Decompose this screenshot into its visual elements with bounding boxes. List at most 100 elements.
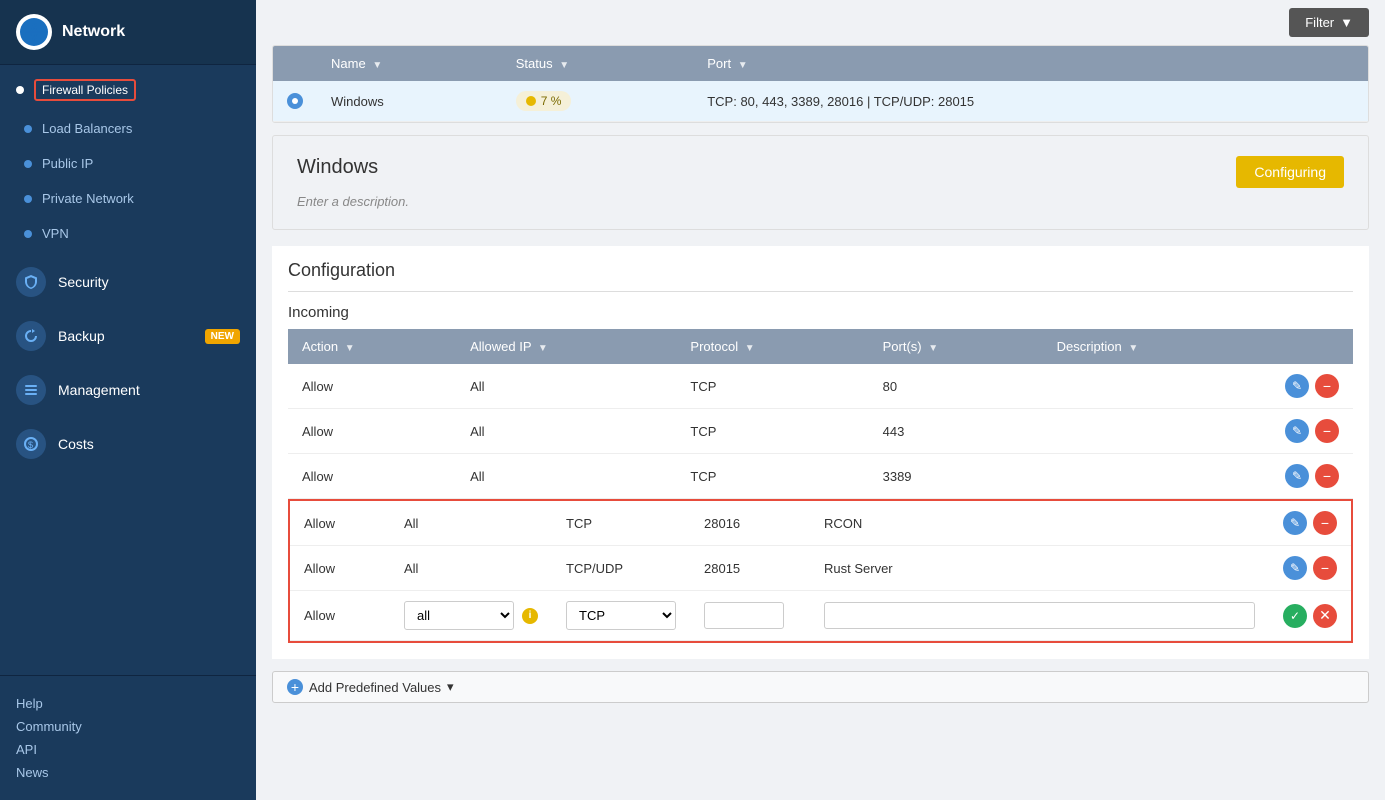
row-description	[1043, 409, 1271, 454]
sidebar-header: Network	[0, 0, 256, 65]
highlighted-table: Allow All TCP 28016 RCON ✎ −	[290, 501, 1351, 641]
col-status[interactable]: Status ▼	[502, 46, 693, 81]
sidebar: Network Firewall Policies Load Balancers…	[0, 0, 256, 800]
svg-text:$: $	[28, 440, 33, 450]
row-allowed-ip: All	[390, 546, 552, 591]
footer-community[interactable]: Community	[16, 715, 240, 738]
footer-help[interactable]: Help	[16, 692, 240, 715]
dot-icon	[24, 195, 32, 203]
management-icon	[16, 375, 46, 405]
firewall-policies-label[interactable]: Firewall Policies	[34, 79, 136, 101]
row-action-icons: ✎ −	[1271, 409, 1353, 454]
sidebar-item-public-ip[interactable]: Public IP	[0, 146, 256, 181]
sidebar-logo	[16, 14, 52, 50]
col-name[interactable]: Name ▼	[317, 46, 502, 81]
sidebar-category-security[interactable]: Security	[0, 255, 256, 309]
add-predefined-button[interactable]: + Add Predefined Values ▾	[272, 671, 1369, 703]
action-icons: ✎ −	[1283, 556, 1337, 580]
description-input[interactable]	[824, 602, 1255, 629]
footer-api[interactable]: API	[16, 738, 240, 761]
col-port[interactable]: Port ▼	[693, 46, 1368, 81]
footer-news[interactable]: News	[16, 761, 240, 784]
sidebar-item-load-balancers[interactable]: Load Balancers	[0, 111, 256, 146]
table-row[interactable]: Allow All TCP 3389 ✎ −	[288, 454, 1353, 499]
vpn-label: VPN	[42, 226, 69, 241]
delete-icon[interactable]: −	[1315, 464, 1339, 488]
row-ports: 28015	[690, 546, 810, 591]
protocol-select[interactable]: TCP UDP TCP/UDP	[566, 601, 676, 630]
delete-icon[interactable]: −	[1313, 511, 1337, 535]
table-row[interactable]: Allow All TCP 28016 RCON ✎ −	[290, 501, 1351, 546]
edit-icon[interactable]: ✎	[1283, 556, 1307, 580]
table-row[interactable]: Allow All TCP 80 ✎ −	[288, 364, 1353, 409]
management-label: Management	[58, 382, 140, 398]
row-action: Allow	[288, 409, 456, 454]
cancel-icon[interactable]: ✕	[1313, 604, 1337, 628]
inc-col-ports[interactable]: Port(s) ▼	[869, 329, 1043, 364]
backup-icon	[16, 321, 46, 351]
table-row[interactable]: Windows 7 % TCP: 80, 443, 3389, 28016 | …	[273, 81, 1368, 122]
row-port: TCP: 80, 443, 3389, 28016 | TCP/UDP: 280…	[693, 81, 1368, 122]
new-row-description	[810, 591, 1269, 641]
sidebar-category-backup[interactable]: Backup NEW	[0, 309, 256, 363]
table-row[interactable]: Allow All TCP 443 ✎ −	[288, 409, 1353, 454]
edit-icon[interactable]: ✎	[1285, 464, 1309, 488]
row-protocol: TCP/UDP	[552, 546, 690, 591]
confirm-icon[interactable]: ✓	[1283, 604, 1307, 628]
sidebar-category-management[interactable]: Management	[0, 363, 256, 417]
sidebar-item-vpn[interactable]: VPN	[0, 216, 256, 251]
row-action-icons: ✎ −	[1269, 501, 1351, 546]
row-protocol: TCP	[552, 501, 690, 546]
incoming-title: Incoming	[272, 292, 1369, 329]
row-protocol: TCP	[676, 364, 868, 409]
table-row[interactable]: Allow All TCP/UDP 28015 Rust Server ✎ −	[290, 546, 1351, 591]
port-sort-icon: ▼	[738, 60, 748, 71]
row-status: 7 %	[502, 81, 693, 122]
edit-icon[interactable]: ✎	[1285, 419, 1309, 443]
main-content: Filter ▼ Name ▼ Status ▼ Port	[256, 0, 1385, 800]
row-action: Allow	[288, 364, 456, 409]
filter-button[interactable]: Filter ▼	[1289, 8, 1369, 37]
edit-icon[interactable]: ✎	[1285, 374, 1309, 398]
allowed-ip-select[interactable]: all	[404, 601, 514, 630]
protocol-cell: TCP UDP TCP/UDP	[566, 601, 676, 630]
row-ports: 3389	[869, 454, 1043, 499]
edit-icon[interactable]: ✎	[1283, 511, 1307, 535]
inc-col-description[interactable]: Description ▼	[1043, 329, 1271, 364]
highlighted-section: Allow All TCP 28016 RCON ✎ −	[288, 499, 1353, 643]
new-row-action: Allow	[290, 591, 390, 641]
detail-header: Windows Configuring	[297, 156, 1344, 188]
filter-label: Filter	[1305, 15, 1334, 30]
delete-icon[interactable]: −	[1315, 374, 1339, 398]
inc-col-action[interactable]: Action ▼	[288, 329, 456, 364]
status-badge: 7 %	[516, 91, 572, 111]
action-icons: ✎ −	[1285, 464, 1339, 488]
plus-icon: +	[287, 679, 303, 695]
inc-col-protocol[interactable]: Protocol ▼	[676, 329, 868, 364]
inc-col-allowed-ip[interactable]: Allowed IP ▼	[456, 329, 676, 364]
ports-input[interactable]	[704, 602, 784, 629]
public-ip-label: Public IP	[42, 156, 93, 171]
logo-icon	[20, 18, 48, 46]
configuring-button[interactable]: Configuring	[1236, 156, 1344, 188]
row-allowed-ip: All	[456, 409, 676, 454]
sidebar-category-costs[interactable]: $ Costs	[0, 417, 256, 471]
delete-icon[interactable]: −	[1315, 419, 1339, 443]
sidebar-item-firewall-policies[interactable]: Firewall Policies	[0, 69, 256, 111]
sidebar-item-private-network[interactable]: Private Network	[0, 181, 256, 216]
row-action: Allow	[290, 546, 390, 591]
action-icons: ✎ −	[1285, 374, 1339, 398]
row-action-icons: ✎ −	[1271, 454, 1353, 499]
row-radio[interactable]	[273, 81, 317, 122]
new-row-ports	[690, 591, 810, 641]
config-title: Configuration	[272, 246, 1369, 291]
dot-icon	[24, 160, 32, 168]
row-allowed-ip: All	[390, 501, 552, 546]
row-description	[1043, 454, 1271, 499]
network-section: Firewall Policies Load Balancers Public …	[0, 65, 256, 255]
status-dot-icon	[526, 96, 536, 106]
row-description: RCON	[810, 501, 1269, 546]
row-ports: 28016	[690, 501, 810, 546]
row-action: Allow	[290, 501, 390, 546]
delete-icon[interactable]: −	[1313, 556, 1337, 580]
